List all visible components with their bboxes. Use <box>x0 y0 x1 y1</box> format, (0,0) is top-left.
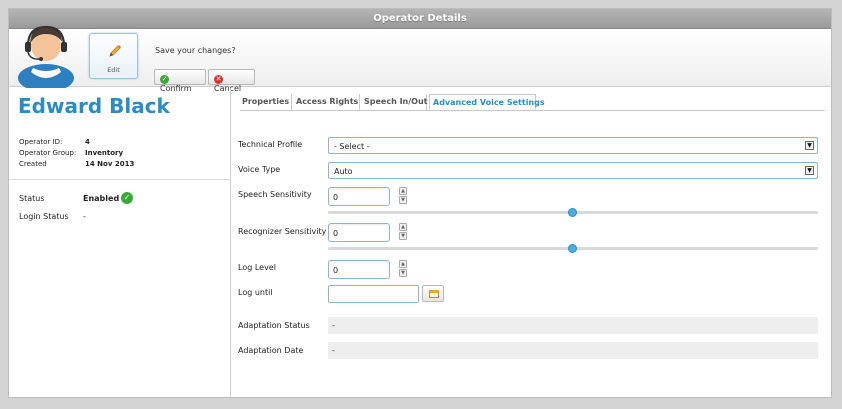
login-status-label: Login Status <box>19 212 69 221</box>
tab-speech-in-out[interactable]: Speech In/Out <box>364 94 427 110</box>
checkmark-icon: ✓ <box>160 75 169 84</box>
window-title: Operator Details <box>373 13 467 24</box>
confirm-button[interactable]: ✓Confirm <box>154 69 206 93</box>
chevron-down-icon[interactable]: ▼ <box>805 141 814 150</box>
chevron-up-icon[interactable]: ▲ <box>399 223 407 231</box>
slider-thumb[interactable] <box>568 208 577 217</box>
recognizer-sensitivity-input[interactable]: 0 <box>328 223 390 242</box>
speech-sensitivity-slider[interactable] <box>328 208 818 217</box>
operator-avatar-icon <box>18 25 74 88</box>
edit-button-label: Edit <box>107 66 120 74</box>
adaptation-date-value: - <box>328 342 818 359</box>
chevron-down-icon[interactable]: ▼ <box>805 166 814 175</box>
chevron-up-icon[interactable]: ▲ <box>399 187 407 195</box>
technical-profile-label: Technical Profile <box>238 140 303 149</box>
edit-button[interactable]: Edit <box>89 33 138 79</box>
created-value: 14 Nov 2013 <box>85 160 135 168</box>
pencil-icon <box>109 45 121 57</box>
adaptation-date-label: Adaptation Date <box>238 346 304 355</box>
calendar-icon <box>429 290 439 298</box>
operator-id-value: 4 <box>85 138 90 146</box>
operator-group-label: Operator Group: <box>19 149 77 157</box>
log-until-label: Log until <box>238 288 273 297</box>
title-bar: Operator Details <box>9 9 831 29</box>
technical-profile-value: - Select - <box>334 142 370 151</box>
speech-sensitivity-label: Speech Sensitivity <box>238 190 312 199</box>
voice-type-label: Voice Type <box>238 165 281 174</box>
close-icon: ✕ <box>214 75 223 84</box>
recognizer-sensitivity-slider[interactable] <box>328 244 818 253</box>
adaptation-status-value: - <box>328 317 818 334</box>
recognizer-sensitivity-label: Recognizer Sensitivity <box>238 227 327 236</box>
chevron-down-icon[interactable]: ▼ <box>399 269 407 277</box>
tab-properties[interactable]: Properties <box>242 94 292 110</box>
cancel-button[interactable]: ✕Cancel <box>208 69 255 93</box>
adaptation-status-label: Adaptation Status <box>238 321 310 330</box>
recognizer-sensitivity-spinner: ▲ ▼ <box>399 223 407 241</box>
voice-type-value: Auto <box>334 167 353 176</box>
voice-type-select[interactable]: Auto ▼ <box>328 162 818 179</box>
divider <box>9 179 231 180</box>
tab-advanced-voice-settings[interactable]: Advanced Voice Settings <box>429 94 545 110</box>
save-changes-prompt: Save your changes? <box>155 46 236 55</box>
status-label: Status <box>19 194 45 203</box>
chevron-up-icon[interactable]: ▲ <box>399 260 407 268</box>
status-value: Enabled <box>83 194 120 203</box>
operator-group-value: Inventory <box>85 149 124 157</box>
operator-name: Edward Black <box>18 94 170 118</box>
check-circle-icon: ✓ <box>121 192 133 204</box>
created-label: Created <box>19 160 47 168</box>
tab-underline <box>240 110 825 111</box>
tab-access-rights[interactable]: Access Rights <box>296 94 360 110</box>
technical-profile-select[interactable]: - Select - ▼ <box>328 137 818 154</box>
operator-id-label: Operator ID: <box>19 138 63 146</box>
log-level-input[interactable]: 0 <box>328 260 390 279</box>
slider-thumb[interactable] <box>568 244 577 253</box>
toolbar: Edit Save your changes? ✓Confirm ✕Cancel <box>9 25 831 93</box>
log-level-label: Log Level <box>238 263 276 272</box>
speech-sensitivity-input[interactable]: 0 <box>328 187 390 206</box>
chevron-down-icon[interactable]: ▼ <box>399 196 407 204</box>
date-picker-button[interactable] <box>422 285 444 302</box>
log-level-spinner: ▲ ▼ <box>399 260 407 278</box>
operator-details-window: Operator Details Edit Save your changes?… <box>8 8 832 399</box>
chevron-down-icon[interactable]: ▼ <box>399 232 407 240</box>
speech-sensitivity-spinner: ▲ ▼ <box>399 187 407 205</box>
log-until-date-input[interactable] <box>328 285 419 303</box>
operator-summary-panel: Edward Black Operator ID: 4 Operator Gro… <box>9 88 231 399</box>
login-status-value: - <box>83 212 86 221</box>
